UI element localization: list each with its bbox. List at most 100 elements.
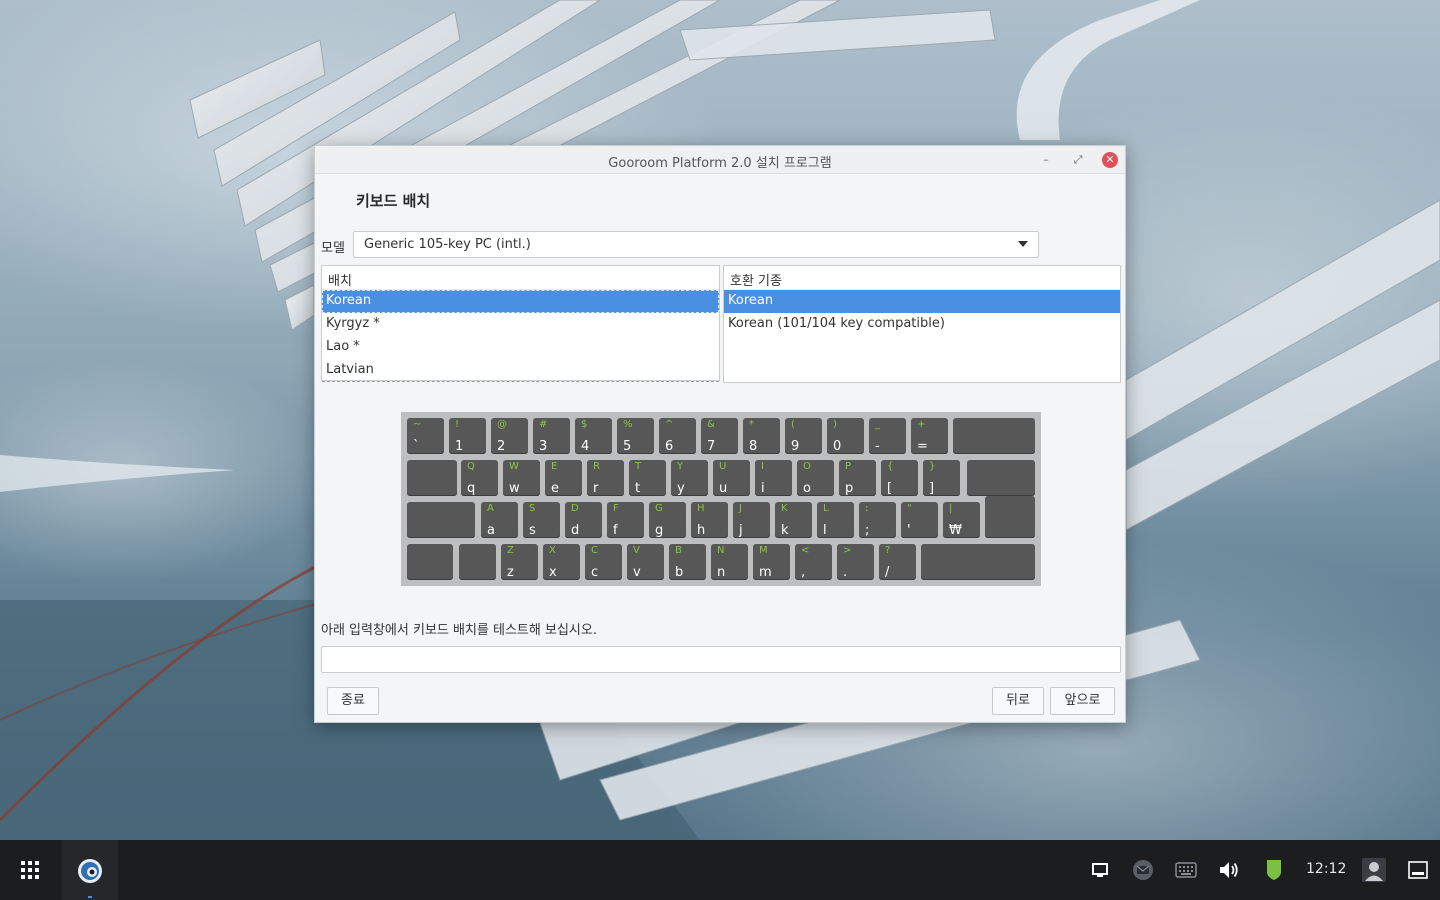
- user-icon[interactable]: [1362, 858, 1386, 882]
- keyboard-key: Tt: [629, 460, 666, 496]
- close-button[interactable]: ✕: [1102, 152, 1118, 168]
- keyboard-key: Mm: [753, 544, 790, 580]
- window-icon[interactable]: [1092, 863, 1108, 877]
- minimize-button[interactable]: –: [1038, 152, 1054, 168]
- key-label: ₩: [949, 523, 962, 538]
- keyboard-key: Ff: [607, 502, 644, 538]
- key-label: d: [571, 523, 580, 538]
- keyboard-key: Gg: [649, 502, 686, 538]
- keyboard-key: Kk: [775, 502, 812, 538]
- key-label: s: [529, 523, 536, 538]
- page-title: 키보드 배치: [356, 192, 431, 210]
- key-shift-label: @: [497, 419, 507, 430]
- key-label: 9: [791, 439, 800, 454]
- key-shift-label: (: [791, 419, 795, 430]
- keyboard-key: Vv: [627, 544, 664, 580]
- layout-list[interactable]: 배치 Korean Kyrgyz * Lao * Latvian: [321, 265, 720, 382]
- security-shield-icon[interactable]: [1266, 859, 1282, 881]
- key-label: ': [907, 523, 911, 538]
- model-dropdown[interactable]: Generic 105-key PC (intl.): [353, 231, 1039, 258]
- key-label: u: [719, 481, 728, 496]
- key-label: w: [509, 481, 520, 496]
- layout-list-item[interactable]: Korean: [322, 290, 719, 313]
- tab-key: [407, 460, 457, 496]
- key-shift-label: X: [549, 545, 556, 556]
- quit-button[interactable]: 종료: [327, 687, 379, 715]
- variant-list-item[interactable]: Korean (101/104 key compatible): [724, 313, 1120, 336]
- key-label: 3: [539, 439, 548, 454]
- key-shift-label: H: [697, 503, 705, 514]
- variant-list[interactable]: 호환 기종 Korean Korean (101/104 key compati…: [723, 265, 1121, 383]
- keyboard-key: >.: [837, 544, 874, 580]
- keyboard-key: Dd: [565, 502, 602, 538]
- variant-list-item[interactable]: Korean: [724, 290, 1120, 313]
- next-button[interactable]: 앞으로: [1050, 687, 1115, 715]
- keyboard-key: _ -: [869, 418, 906, 454]
- keyboard-key: {[: [881, 460, 918, 496]
- show-desktop-icon[interactable]: [1408, 861, 1428, 879]
- key-shift-label: N: [717, 545, 725, 556]
- keyboard-key: Nn: [711, 544, 748, 580]
- key-label: x: [549, 565, 557, 580]
- key-shift-label: K: [781, 503, 788, 514]
- key-shift-label: }: [929, 461, 936, 472]
- key-shift-label: A: [487, 503, 494, 514]
- key-label: t: [635, 481, 641, 496]
- key-shift-label: +: [917, 419, 926, 430]
- key-shift-label: C: [591, 545, 598, 556]
- key-label: -: [875, 439, 880, 454]
- running-app-button[interactable]: [62, 840, 118, 900]
- layout-list-item[interactable]: Lao *: [322, 336, 719, 359]
- key-shift-label: R: [593, 461, 600, 472]
- title-bar[interactable]: Gooroom Platform 2.0 설치 프로그램 – ⤢ ✕: [315, 146, 1125, 174]
- keyboard-key: <,: [795, 544, 832, 580]
- key-shift-label: <: [801, 545, 810, 556]
- layout-list-item[interactable]: Latvian: [322, 359, 719, 382]
- key-shift-label: ": [907, 503, 912, 514]
- layout-list-header: 배치: [322, 266, 719, 290]
- keyboard-key: Aa: [481, 502, 518, 538]
- key-label: =: [917, 439, 928, 454]
- key-label: .: [843, 565, 848, 580]
- key-shift-label: G: [655, 503, 663, 514]
- keyboard-key: " ': [901, 502, 938, 538]
- key-label: y: [677, 481, 685, 496]
- key-shift-label: &: [707, 419, 715, 430]
- variant-list-header: 호환 기종: [724, 266, 1120, 290]
- key-shift-label: W: [509, 461, 519, 472]
- keyboard-key: Ee: [545, 460, 582, 496]
- key-shift-label: #: [539, 419, 548, 430]
- keyboard-key: Bb: [669, 544, 706, 580]
- back-button[interactable]: 뒤로: [992, 687, 1044, 715]
- apps-grid-icon[interactable]: [21, 861, 39, 879]
- clock[interactable]: 12:12: [1306, 861, 1346, 877]
- keyboard-key: Jj: [733, 502, 770, 538]
- key-label: ;: [865, 523, 870, 538]
- key-label: l: [823, 523, 827, 538]
- mail-icon[interactable]: [1132, 859, 1154, 881]
- key-shift-label: E: [551, 461, 558, 472]
- key-label: q: [467, 481, 476, 496]
- browser-icon: [78, 859, 102, 883]
- key-shift-label: :: [865, 503, 869, 514]
- key-label: 7: [707, 439, 716, 454]
- volume-icon[interactable]: [1219, 861, 1239, 879]
- keyboard-key: Pp: [839, 460, 876, 496]
- key-shift-label: L: [823, 503, 829, 514]
- key-label: o: [803, 481, 811, 496]
- key-shift-label: ~: [413, 419, 422, 430]
- keyboard-icon[interactable]: [1175, 862, 1197, 878]
- key-shift-label: %: [623, 419, 633, 430]
- keyboard-key: Uu: [713, 460, 750, 496]
- maximize-button[interactable]: ⤢: [1070, 152, 1086, 168]
- key-shift-label: P: [845, 461, 852, 472]
- keyboard-test-input[interactable]: [321, 646, 1121, 673]
- layout-list-item[interactable]: Kyrgyz *: [322, 313, 719, 336]
- key-shift-label: |: [949, 503, 953, 514]
- window-title: Gooroom Platform 2.0 설치 프로그램: [608, 156, 832, 171]
- keyboard-key: Rr: [587, 460, 624, 496]
- model-label: 모델: [321, 241, 345, 256]
- key-label: m: [759, 565, 772, 580]
- keyboard-key: Zz: [501, 544, 538, 580]
- key-label: e: [551, 481, 559, 496]
